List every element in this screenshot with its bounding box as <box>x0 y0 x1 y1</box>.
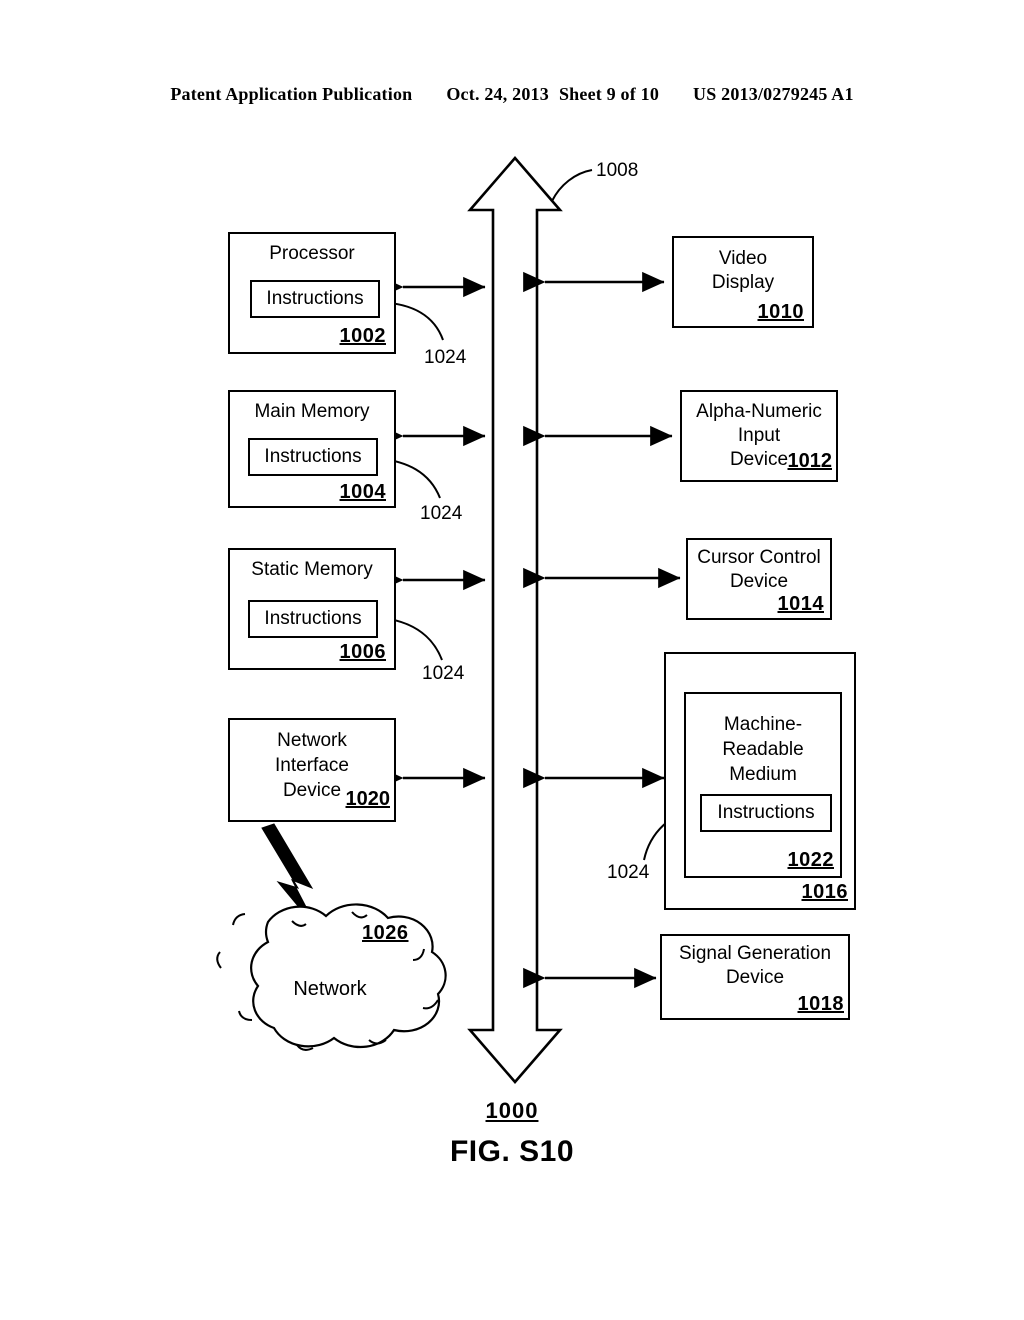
block-cursor-control-device[interactable]: Cursor Control Device 1014 <box>686 538 832 620</box>
block-static-memory-title: Static Memory <box>251 559 373 580</box>
block-alpha-numeric-input-device[interactable]: Alpha-Numeric Input Device 1012 <box>680 390 838 482</box>
processor-instructions-label: Instructions <box>266 288 364 309</box>
patent-figure: 1008 Processor Instructions 1002 1024 Ma… <box>0 0 1024 1320</box>
block-processor-title: Processor <box>269 243 355 264</box>
block-video-display-title: Video Display <box>711 248 775 293</box>
block-static-memory-reference: 1006 <box>339 641 386 663</box>
block-main-memory-reference: 1004 <box>339 481 386 503</box>
block-machine-readable-medium-reference: 1022 <box>787 849 834 871</box>
block-machine-readable-medium[interactable]: Machine- Readable Medium Instructions 10… <box>684 692 842 878</box>
block-processor-reference: 1002 <box>339 325 386 347</box>
main-memory-instructions-label: Instructions <box>264 446 362 467</box>
system-bus-arrow <box>467 156 563 1084</box>
figure-number: 1000 <box>485 1098 539 1123</box>
block-static-memory[interactable]: Static Memory Instructions 1006 <box>228 548 396 670</box>
block-network-interface-device-reference: 1020 <box>345 788 391 810</box>
figure-label: FIG. S10 <box>449 1135 575 1168</box>
processor-instructions-leader-reference: 1024 <box>424 347 467 368</box>
static-memory-instructions-label: Instructions <box>264 608 362 629</box>
medium-instructions-label: Instructions <box>717 802 815 823</box>
network-cloud-icon <box>250 903 447 1049</box>
static-memory-instructions-leader-reference: 1024 <box>422 663 465 684</box>
block-processor[interactable]: Processor Instructions 1002 <box>228 232 396 354</box>
block-drive-unit-reference: 1016 <box>801 881 848 903</box>
block-video-display[interactable]: Video Display 1010 <box>672 236 814 328</box>
block-main-memory-title: Main Memory <box>254 401 370 422</box>
block-machine-readable-medium-title: Machine- Readable Medium <box>722 714 804 785</box>
block-cursor-control-device-reference: 1014 <box>777 593 824 615</box>
wireless-lightning-bolt-icon <box>261 823 319 931</box>
network-cloud-label: Network <box>293 978 367 1000</box>
block-signal-generation-device-title: Signal Generation Device <box>678 943 832 988</box>
processor-instructions-box[interactable]: Instructions <box>250 280 380 318</box>
block-main-memory[interactable]: Main Memory Instructions 1004 <box>228 390 396 508</box>
block-network-interface-device[interactable]: Network Interface Device 1020 <box>228 718 396 822</box>
medium-instructions-leader-reference: 1024 <box>607 862 650 883</box>
static-memory-instructions-box[interactable]: Instructions <box>248 600 378 638</box>
bus-reference-label: 1008 <box>596 160 639 181</box>
network-cloud-reference: 1026 <box>362 922 409 944</box>
block-video-display-reference: 1010 <box>757 301 804 323</box>
block-cursor-control-device-title: Cursor Control Device <box>697 547 821 592</box>
main-memory-instructions-box[interactable]: Instructions <box>248 438 378 476</box>
main-memory-instructions-leader-reference: 1024 <box>420 503 463 524</box>
block-signal-generation-device-reference: 1018 <box>797 993 844 1015</box>
bus-leader-line <box>551 169 593 202</box>
block-signal-generation-device[interactable]: Signal Generation Device 1018 <box>660 934 850 1020</box>
medium-instructions-box[interactable]: Instructions <box>700 794 832 832</box>
block-alpha-numeric-input-device-reference: 1012 <box>787 450 833 472</box>
